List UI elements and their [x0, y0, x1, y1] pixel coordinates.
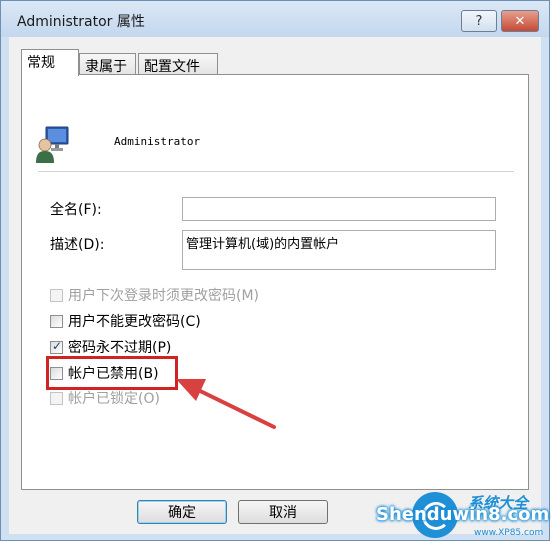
fullname-label: 全名(F):: [50, 202, 102, 218]
checkbox-password-never-expires[interactable]: 密码永不过期(P): [50, 338, 171, 356]
description-field[interactable]: 管理计算机(域)的内置帐户: [182, 230, 496, 270]
highlight-box: [46, 356, 178, 390]
red-arrow-annotation: [176, 379, 276, 429]
checkbox-box[interactable]: [50, 339, 63, 354]
checkbox-label: 用户不能更改密码(C): [68, 314, 201, 330]
fullname-field[interactable]: [182, 197, 496, 221]
title-bar[interactable]: Administrator 属性 ? ✕: [1, 1, 549, 37]
checkbox-account-locked[interactable]: 帐户已锁定(O): [50, 389, 160, 407]
checkbox-box[interactable]: [50, 391, 63, 405]
checkbox-label: 密码永不过期(P): [68, 340, 172, 356]
help-icon: ?: [475, 13, 483, 29]
help-button[interactable]: ?: [461, 10, 497, 32]
tab-general[interactable]: 常规: [21, 49, 79, 76]
checkbox-cannot-change-password[interactable]: 用户不能更改密码(C): [50, 312, 201, 330]
checkbox-label: 用户下次登录时须更改密码(M): [68, 288, 260, 304]
close-button[interactable]: ✕: [501, 10, 539, 32]
checkbox-box[interactable]: [50, 314, 63, 328]
checkbox-label: 帐户已锁定(O): [68, 391, 160, 407]
watermark-url: www.XP85.com: [474, 528, 544, 538]
cancel-button[interactable]: 取消: [238, 500, 328, 524]
window-title: Administrator 属性: [17, 14, 145, 30]
watermark-main: Shenduwin8.com: [376, 504, 550, 525]
general-panel: Administrator 全名(F): 描述(D): 管理计算机(域)的内置帐…: [21, 74, 529, 490]
tab-member-of[interactable]: 隶属于: [79, 53, 136, 75]
account-name: Administrator: [114, 135, 201, 148]
separator: [38, 171, 514, 173]
tab-profile[interactable]: 配置文件: [138, 53, 218, 75]
checkbox-must-change-password[interactable]: 用户下次登录时须更改密码(M): [50, 286, 259, 304]
site-watermark: 系统大全 Shenduwin8.com www.XP85.com: [372, 488, 552, 543]
properties-dialog: Administrator 属性 ? ✕ 常规 隶属于 配置文件 Adminis…: [0, 0, 550, 541]
description-label: 描述(D):: [50, 237, 105, 253]
checkbox-box[interactable]: [50, 288, 63, 302]
description-value: 管理计算机(域)的内置帐户: [186, 237, 340, 252]
ok-button[interactable]: 确定: [137, 500, 227, 524]
dialog-client: 常规 隶属于 配置文件 Administrator 全名(F): 描述(D): …: [9, 37, 541, 534]
close-icon: ✕: [514, 13, 526, 29]
user-account-icon: [36, 126, 69, 163]
